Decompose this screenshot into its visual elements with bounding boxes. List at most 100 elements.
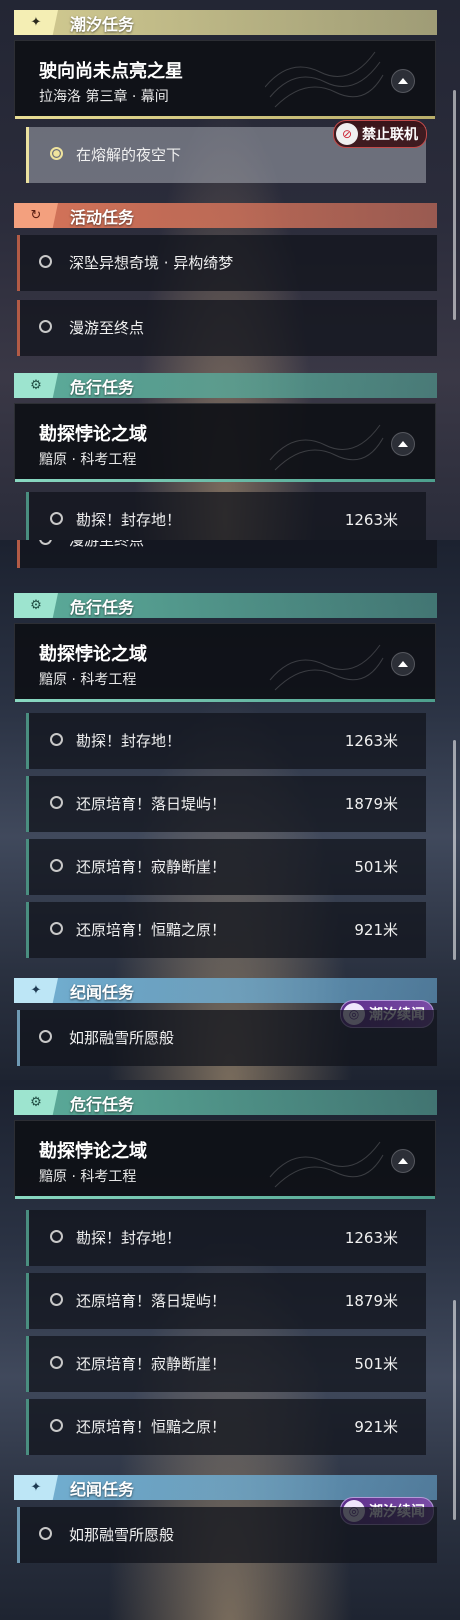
chevron-up-icon[interactable] <box>391 69 415 93</box>
distance-label: 1879米 <box>344 795 398 813</box>
quest-panel-1: ✦ 潮汐任务 驶向尚未点亮之星 拉海洛 第三章 · 幕间 在熔解的夜空下 ⊘ 禁… <box>0 0 460 540</box>
row-accent-bar <box>17 1010 20 1066</box>
row-accent-bar <box>26 1336 29 1392</box>
category-title: 纪闻任务 <box>70 982 135 1002</box>
main-quest-subtitle: 黯原 · 科考工程 <box>39 1169 137 1185</box>
card-underline <box>15 1196 435 1199</box>
circle-icon <box>50 859 63 872</box>
no-coop-label: 禁止联机 <box>362 127 418 143</box>
row-accent-bar <box>17 1507 20 1563</box>
contour-pattern <box>269 1141 384 1188</box>
sub-quest-title: 勘探！封存地！ <box>76 1229 182 1247</box>
circle-icon <box>39 1527 52 1540</box>
category-badge: ✦ <box>14 1475 58 1500</box>
row-accent-bar <box>26 776 29 832</box>
main-quest-subtitle: 拉海洛 第三章 · 幕间 <box>39 89 169 105</box>
row-accent-bar <box>26 1210 29 1266</box>
distance-label: 1263米 <box>344 1229 398 1247</box>
circle-icon <box>50 1230 63 1243</box>
row-accent-bar <box>26 839 29 895</box>
no-coop-tag: ⊘ 禁止联机 <box>333 120 427 148</box>
circle-icon <box>50 1293 63 1306</box>
sub-quest-title: 深坠异想奇境 · 异构绮梦 <box>69 254 234 272</box>
category-badge: ⚙ <box>14 373 58 398</box>
chevron-up-icon[interactable] <box>391 652 415 676</box>
scrollbar[interactable] <box>453 1300 456 1520</box>
row-accent-bar <box>26 127 29 183</box>
circle-icon <box>39 255 52 268</box>
sub-quest-title: 勘探！封存地！ <box>76 511 182 529</box>
circle-icon <box>39 320 52 333</box>
distance-label: 1263米 <box>344 732 398 750</box>
sub-quest-row[interactable]: 还原培育！恒黯之原！ 921米 <box>26 902 426 958</box>
sub-quest-row[interactable]: 还原培育！落日堤屿！ 1879米 <box>26 776 426 832</box>
sub-quest-row-partial[interactable]: 勘探！封存地！ 1263米 <box>26 492 426 540</box>
row-accent-bar <box>26 492 29 540</box>
scrollbar[interactable] <box>453 740 456 960</box>
row-accent-bar <box>17 540 20 568</box>
scrollbar[interactable] <box>453 90 456 320</box>
category-badge: ✦ <box>14 978 58 1003</box>
distance-label: 921米 <box>354 1418 398 1436</box>
distance-label: 501米 <box>354 1355 398 1373</box>
category-title: 危行任务 <box>70 597 135 617</box>
distance-label: 921米 <box>354 921 398 939</box>
circle-icon <box>50 1356 63 1369</box>
main-quest-title: 勘探悖论之域 <box>39 1141 147 1162</box>
category-header-tide[interactable]: ✦ 潮汐任务 <box>14 10 437 35</box>
sub-quest-row[interactable]: 如那融雪所愿般 <box>17 1507 437 1563</box>
category-title: 活动任务 <box>70 207 135 227</box>
sub-quest-title: 如那融雪所愿般 <box>69 1526 175 1544</box>
sub-quest-title: 还原培育！寂静断崖！ <box>76 1355 227 1373</box>
sub-quest-row[interactable]: 还原培育！寂静断崖！ 501米 <box>26 1336 426 1392</box>
main-quest-card-danger[interactable]: 勘探悖论之域 黯原 · 科考工程 <box>14 403 436 482</box>
sub-quest-row[interactable]: 还原培育！寂静断崖！ 501米 <box>26 839 426 895</box>
row-accent-bar <box>26 713 29 769</box>
distance-label: 1263米 <box>344 511 398 529</box>
sub-quest-row[interactable]: 漫游至终点 <box>17 300 437 356</box>
no-coop-icon: ⊘ <box>336 123 358 145</box>
sub-quest-title: 在熔解的夜空下 <box>76 146 182 164</box>
main-quest-card-tide[interactable]: 驶向尚未点亮之星 拉海洛 第三章 · 幕间 <box>14 40 436 119</box>
category-title: 危行任务 <box>70 377 135 397</box>
sub-quest-row[interactable]: 还原培育！恒黯之原！ 921米 <box>26 1399 426 1455</box>
sub-quest-row[interactable]: 深坠异想奇境 · 异构绮梦 <box>17 235 437 291</box>
main-quest-card-danger[interactable]: 勘探悖论之域 黯原 · 科考工程 <box>14 623 436 702</box>
row-accent-bar <box>26 902 29 958</box>
gear-eye-icon: ⚙ <box>30 378 42 393</box>
category-header-danger[interactable]: ⚙ 危行任务 <box>14 373 437 398</box>
sub-quest-row[interactable]: 如那融雪所愿般 <box>17 1010 437 1066</box>
sub-quest-title: 还原培育！落日堤屿！ <box>76 795 227 813</box>
circle-icon <box>50 512 63 525</box>
chevron-up-icon[interactable] <box>391 1149 415 1173</box>
contour-pattern <box>269 424 384 471</box>
sub-quest-title: 还原培育！落日堤屿！ <box>76 1292 227 1310</box>
row-accent-bar <box>17 300 20 356</box>
sub-quest-row[interactable]: 还原培育！落日堤屿！ 1879米 <box>26 1273 426 1329</box>
contour-pattern <box>265 51 384 108</box>
category-badge: ↻ <box>14 203 58 228</box>
sub-quest-row-partial[interactable]: 漫游至终点 <box>17 540 437 568</box>
circle-icon <box>50 147 63 160</box>
category-header-danger[interactable]: ⚙ 危行任务 <box>14 1090 437 1115</box>
distance-label: 501米 <box>354 858 398 876</box>
row-accent-bar <box>26 1399 29 1455</box>
main-quest-title: 勘探悖论之域 <box>39 424 147 445</box>
chevron-up-icon[interactable] <box>391 432 415 456</box>
main-quest-card-danger[interactable]: 勘探悖论之域 黯原 · 科考工程 <box>14 1120 436 1199</box>
quest-panel-3: ⚙ 危行任务 勘探悖论之域 黯原 · 科考工程 勘探！封存地！ 1263米 还原… <box>0 1080 460 1620</box>
sparkle-icon: ✦ <box>30 15 42 30</box>
card-underline <box>15 699 435 702</box>
category-header-activity[interactable]: ↻ 活动任务 <box>14 203 437 228</box>
sub-quest-row[interactable]: 勘探！封存地！ 1263米 <box>26 713 426 769</box>
gear-eye-icon: ⚙ <box>30 598 42 613</box>
distance-label: 1879米 <box>344 1292 398 1310</box>
category-header-danger[interactable]: ⚙ 危行任务 <box>14 593 437 618</box>
card-underline <box>15 479 435 482</box>
circle-icon <box>50 922 63 935</box>
category-badge: ⚙ <box>14 1090 58 1115</box>
sub-quest-title: 还原培育！恒黯之原！ <box>76 921 227 939</box>
sub-quest-title: 漫游至终点 <box>69 319 145 337</box>
sub-quest-row[interactable]: 勘探！封存地！ 1263米 <box>26 1210 426 1266</box>
main-quest-title: 驶向尚未点亮之星 <box>39 61 183 82</box>
